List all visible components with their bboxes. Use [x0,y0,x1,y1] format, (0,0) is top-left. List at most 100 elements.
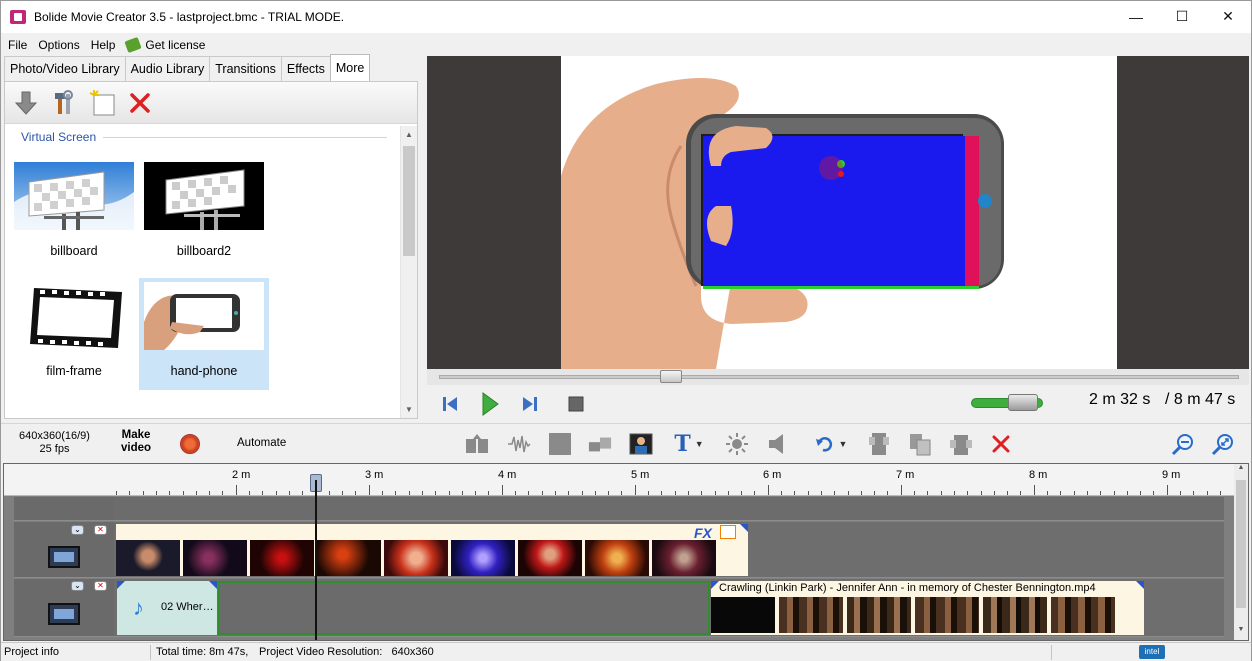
timeline[interactable]: 2 m 3 m 4 m 5 m 6 m 7 m 8 m 9 m ⌄ ✕ FX ⌄… [3,463,1249,641]
ruler-tick [728,491,729,495]
ruler-tick [635,485,636,495]
zoom-out-icon[interactable] [1171,432,1195,456]
scroll-down-icon[interactable]: ▼ [401,401,417,418]
window-title: Bolide Movie Creator 3.5 - lastproject.b… [34,10,345,24]
ruler-tick [981,491,982,495]
volume-icon[interactable] [766,432,790,456]
library-scroll-thumb[interactable] [403,146,415,256]
automate-button[interactable]: Automate [237,437,286,449]
get-license-menu[interactable]: Get license [124,36,205,54]
paste-special-icon[interactable] [949,432,973,456]
tab-audio-library[interactable]: Audio Library [124,56,211,81]
timeline-ruler[interactable]: 2 m 3 m 4 m 5 m 6 m 7 m 8 m 9 m [4,464,1236,496]
ruler-tick [861,491,862,495]
tab-photo-video-library[interactable]: Photo/Video Library [4,56,126,81]
ruler-tick [1114,491,1115,495]
item-label-billboard: billboard [50,244,98,258]
video-clip[interactable]: FX [116,524,748,576]
image-icon[interactable] [629,432,653,456]
seek-track[interactable] [439,375,1239,379]
ruler-tick [848,491,849,495]
status-separator [150,645,151,660]
minimize-button[interactable]: — [1113,1,1159,32]
status-total-time: Total time: 8m 47s, [156,646,249,658]
hand-holding-phone-image [561,77,1004,369]
timeline-scroll-thumb[interactable] [1236,480,1246,608]
menu-file[interactable]: File [8,38,27,52]
library-item-film-frame[interactable]: film-frame [9,278,139,390]
collapse-track-icon[interactable]: ⌄ [71,581,84,591]
stop-icon[interactable] [565,393,587,415]
text-dropdown-icon[interactable]: ▼ [695,439,704,449]
copy-icon[interactable] [867,432,891,456]
project-info-label[interactable]: Project info [4,646,59,658]
clip-end-marker [740,524,748,532]
remove-track-icon[interactable]: ✕ [94,581,107,591]
delete-icon[interactable] [989,432,1013,456]
ruler-tick [1153,491,1154,495]
split-icon[interactable] [465,432,489,456]
library-tabs: Photo/Video Library Audio Library Transi… [4,54,371,81]
film-frame-thumbnail [14,282,134,350]
scroll-up-icon[interactable]: ▲ [1234,464,1248,478]
menu-options[interactable]: Options [38,38,79,52]
library-item-billboard[interactable]: billboard [9,158,139,270]
music-note-icon: ♪ [133,595,144,620]
tab-transitions[interactable]: Transitions [209,56,282,81]
ruler-tick [1127,491,1128,495]
selected-gap-region[interactable] [218,581,710,635]
tab-more[interactable]: More [329,54,371,81]
resize-icon[interactable] [588,432,612,456]
audio-wave-icon[interactable] [507,432,531,456]
menu-help[interactable]: Help [91,38,116,52]
ruler-tick [422,491,423,495]
previous-frame-icon[interactable] [439,393,461,415]
remove-track-icon[interactable]: ✕ [94,525,107,535]
delete-x-icon[interactable] [125,88,155,118]
audio-clip[interactable]: ♪ 02 Wher… [117,581,217,635]
seek-thumb[interactable] [660,370,682,383]
tools-icon[interactable] [49,88,79,118]
zoom-fit-icon[interactable] [1211,432,1235,456]
ruler-tick [289,491,290,495]
import-arrow-icon[interactable] [11,88,41,118]
library-item-billboard2[interactable]: billboard2 [139,158,269,270]
volume-knob[interactable] [1008,394,1038,411]
ruler-tick [808,491,809,495]
scroll-down-icon[interactable]: ▼ [1234,626,1248,640]
timeline-scrollbar[interactable]: ▲ ▼ [1234,464,1248,640]
play-icon[interactable] [479,392,501,416]
ruler-tick [1207,491,1208,495]
ruler-tick [754,491,755,495]
ruler-tick [768,485,769,495]
record-icon[interactable] [180,434,200,454]
library-scrollbar[interactable]: ▲ ▼ [400,126,417,418]
clip-frame [652,540,716,576]
paste-icon[interactable] [908,432,932,456]
text-tool-button[interactable]: T ▼ [669,431,709,457]
close-button[interactable]: ✕ [1205,1,1251,32]
clip-frame [384,540,448,576]
library-item-hand-phone[interactable]: hand-phone [139,278,269,390]
tab-effects[interactable]: Effects [280,56,331,81]
fx-badge[interactable]: FX [694,525,712,541]
library-panel: Virtual Screen billboard billboard2 film… [4,81,418,419]
ruler-tick [209,491,210,495]
collapse-track-icon[interactable]: ⌄ [71,525,84,535]
empty-track [14,497,1224,521]
video-preview[interactable] [427,56,1249,369]
next-frame-icon[interactable] [519,393,541,415]
undo-dropdown-icon[interactable]: ▼ [839,439,848,449]
maximize-button[interactable]: ☐ [1159,1,1205,32]
seek-bar[interactable] [427,369,1249,385]
ruler-tick [369,485,370,495]
undo-button[interactable]: ▼ [811,432,851,456]
scroll-up-icon[interactable]: ▲ [401,126,417,143]
ruler-tick [967,491,968,495]
brightness-icon[interactable] [725,432,749,456]
video-clip-crawling[interactable]: Crawling (Linkin Park) - Jennifer Ann - … [711,581,1144,635]
crop-icon[interactable] [548,432,572,456]
ruler-tick [342,491,343,495]
make-video-button[interactable]: Make video [121,429,151,455]
new-item-icon[interactable] [87,88,117,118]
